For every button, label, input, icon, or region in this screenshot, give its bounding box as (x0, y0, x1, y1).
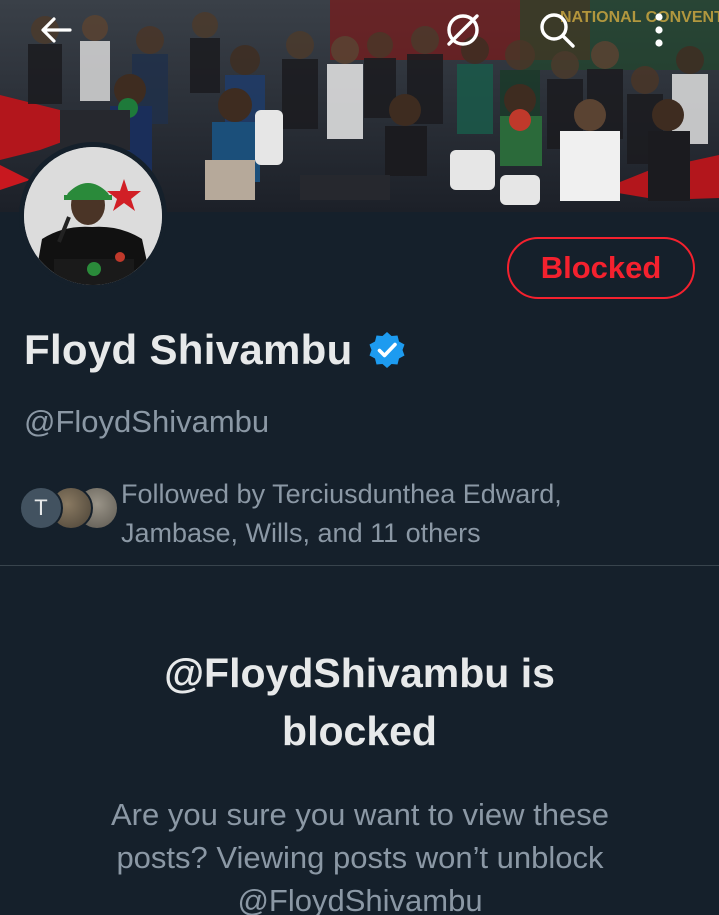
profile-page: NATIONAL CONVENTION (0, 0, 719, 915)
grok-button[interactable] (441, 8, 485, 52)
blocked-notice-description: Are you sure you want to view these post… (60, 793, 660, 915)
more-options-button[interactable] (637, 8, 681, 52)
grok-icon (447, 14, 479, 46)
blocked-title-line-1: @FloydShivambu is (164, 650, 555, 696)
arrow-left-icon (41, 17, 72, 43)
more-vertical-icon (655, 13, 663, 47)
section-divider (0, 565, 719, 566)
verified-badge-icon[interactable] (367, 330, 407, 370)
blocked-button-label: Blocked (540, 250, 662, 285)
avatar-photo (24, 147, 162, 285)
search-button[interactable] (535, 8, 579, 52)
mutual-followers-avatars[interactable]: T (19, 486, 119, 530)
blocked-title-line-2: blocked (282, 708, 437, 754)
display-name: Floyd Shivambu (24, 326, 353, 373)
profile-name-row: Floyd Shivambu (24, 326, 407, 374)
blocked-desc-line-1: Are you sure you want to view these (111, 797, 609, 832)
back-button[interactable] (34, 8, 78, 52)
profile-avatar[interactable] (19, 142, 167, 290)
avatar-person-image (24, 147, 162, 285)
blocked-button[interactable]: Blocked (507, 237, 695, 299)
search-icon (540, 13, 575, 48)
blocked-desc-line-2: posts? Viewing posts won’t unblock (116, 840, 604, 875)
mutual-follower-avatar-initial: T (19, 486, 63, 530)
followed-by-line-1: Followed by Terciusdunthea Edward, (121, 479, 562, 509)
followed-by-text[interactable]: Followed by Terciusdunthea Edward, Jamba… (121, 475, 701, 553)
blocked-desc-line-3: @FloydShivambu (237, 883, 483, 915)
blocked-notice-title: @FloydShivambu is blocked (0, 644, 719, 760)
profile-handle: @FloydShivambu (24, 404, 270, 439)
followed-by-line-2: Jambase, Wills, and 11 others (121, 518, 481, 548)
